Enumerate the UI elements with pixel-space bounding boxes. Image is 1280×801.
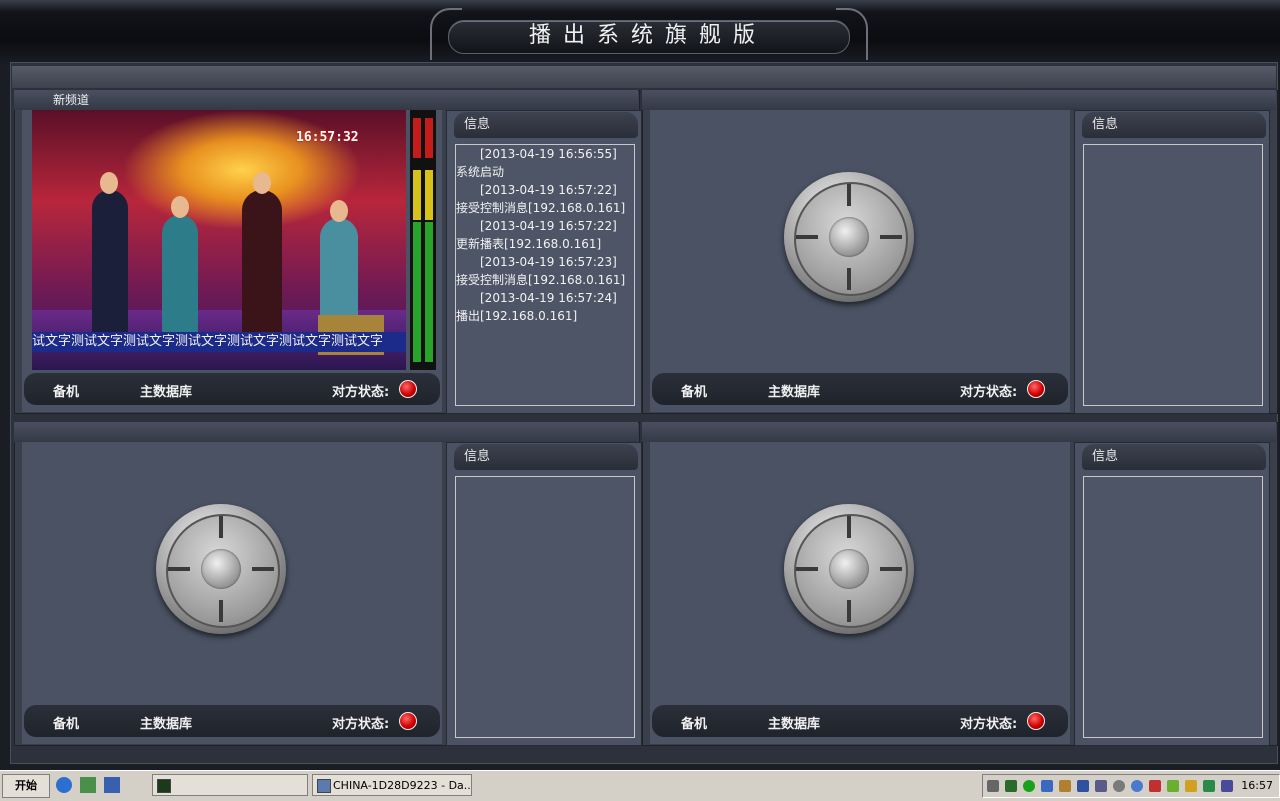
role-label: 备机 <box>53 717 80 732</box>
start-button[interactable]: 开始 <box>2 774 50 798</box>
info-header: 信息 <box>1082 444 1266 470</box>
role-label: 备机 <box>681 385 708 400</box>
info-header: 信息 <box>454 444 638 470</box>
peer-status-label: 对方状态: <box>332 717 390 732</box>
start-label: 开始 <box>15 779 37 792</box>
performer-1 <box>92 190 128 340</box>
peer-status-indicator <box>399 712 417 730</box>
log-entry: 播出[192.168.0.161] <box>456 309 578 323</box>
info-log[interactable]: [2013-04-19 16:56:55] 系统启动 [2013-04-19 16:… <box>455 144 635 406</box>
channel-name: 新频道 <box>53 93 90 107</box>
channel-tab-3 <box>14 422 638 442</box>
performer-head <box>330 200 348 222</box>
performer-head <box>100 172 118 194</box>
performer-head <box>171 196 189 218</box>
security-icon[interactable] <box>1185 780 1197 792</box>
monitor-icon[interactable] <box>1005 780 1017 792</box>
log-entry: 接受控制消息[192.168.0.161] <box>456 201 626 215</box>
disc-icon[interactable] <box>1113 780 1125 792</box>
peer-status-label: 对方状态: <box>960 385 1018 400</box>
log-entry: [2013-04-19 16:57:23] <box>480 255 617 269</box>
globe-icon[interactable] <box>1131 780 1143 792</box>
role-label: 备机 <box>53 385 80 400</box>
video-timecode: 16:57:32 <box>296 130 359 145</box>
info-log[interactable] <box>455 476 635 738</box>
peer-status-label: 对方状态: <box>960 717 1018 732</box>
role-label: 备机 <box>681 717 708 732</box>
video-preview[interactable]: 试文字测试文字测试文字测试文字测试文字测试文字测试文字 16:57:32 <box>32 110 406 370</box>
peer-status-indicator <box>399 380 417 398</box>
shortcut-icon[interactable] <box>104 777 120 793</box>
channel-tab-2 <box>642 90 1276 110</box>
taskbar: 开始 CHINA-1D28D9223 - Da... 16:57 <box>0 770 1280 801</box>
log-entry: 系统启动 <box>456 165 505 179</box>
status-bar-1: 备机 主数据库 对方状态: <box>24 373 440 405</box>
app-window: 播出系统旗舰版 新频道 试文字测试文字测试文字测试文字测试文字测试文字测试文字 … <box>0 0 1280 770</box>
log-entry: [2013-04-19 16:57:24] <box>480 291 617 305</box>
performer-head <box>253 172 271 194</box>
meter-bar-green <box>425 222 433 362</box>
peer-status-indicator <box>1027 712 1045 730</box>
app-title: 播出系统旗舰版 <box>528 23 767 48</box>
status-icon[interactable] <box>1023 780 1035 792</box>
device-icon[interactable] <box>1221 780 1233 792</box>
info-header: 信息 <box>454 112 638 138</box>
log-entry: [2013-04-19 16:56:55] <box>480 147 617 161</box>
app-window-icon <box>317 779 331 793</box>
db-label: 主数据库 <box>140 385 193 400</box>
audio-level-meter <box>410 110 436 370</box>
browser-icon[interactable] <box>56 777 72 793</box>
meter-bar-red <box>413 118 421 158</box>
task-label: CHINA-1D28D9223 - Da... <box>333 779 472 792</box>
meter-bar-green <box>413 222 421 362</box>
shield-icon[interactable] <box>1203 780 1215 792</box>
status-bar-4: 备机 主数据库 对方状态: <box>652 705 1068 737</box>
connection-icon[interactable] <box>1077 780 1089 792</box>
db-label: 主数据库 <box>768 717 821 732</box>
db-label: 主数据库 <box>768 385 821 400</box>
peer-status-indicator <box>1027 380 1045 398</box>
nvidia-icon[interactable] <box>1167 780 1179 792</box>
taskbar-task[interactable]: CHINA-1D28D9223 - Da... <box>312 774 472 796</box>
info-log[interactable] <box>1083 476 1263 738</box>
db-label: 主数据库 <box>140 717 193 732</box>
keyboard-icon[interactable] <box>987 780 999 792</box>
taskbar-task[interactable] <box>152 774 308 796</box>
system-tray: 16:57 <box>982 774 1280 798</box>
idle-knob-icon <box>784 172 914 302</box>
meter-bar-yellow <box>425 170 433 220</box>
performer-2 <box>162 215 198 340</box>
channel-tab-1 <box>14 90 638 110</box>
performer-3 <box>242 190 282 340</box>
network-icon[interactable] <box>1041 780 1053 792</box>
idle-knob-icon <box>784 504 914 634</box>
log-entry: 接受控制消息[192.168.0.161] <box>456 273 626 287</box>
channel-tab-4 <box>642 422 1276 442</box>
status-bar-2: 备机 主数据库 对方状态: <box>652 373 1068 405</box>
meter-bar-yellow <box>413 170 421 220</box>
wireless-icon[interactable] <box>1095 780 1107 792</box>
ticker-text: 试文字测试文字测试文字测试文字测试文字测试文字测试文字 <box>32 332 406 352</box>
meter-bar-red <box>425 118 433 158</box>
network-icon[interactable] <box>80 777 96 793</box>
status-bar-3: 备机 主数据库 对方状态: <box>24 705 440 737</box>
info-log[interactable] <box>1083 144 1263 406</box>
info-header: 信息 <box>1082 112 1266 138</box>
peer-status-label: 对方状态: <box>332 385 390 400</box>
clock: 16:57 <box>1241 779 1273 792</box>
console-icon <box>157 779 171 793</box>
log-entry: [2013-04-19 16:57:22] <box>480 183 617 197</box>
volume-icon[interactable] <box>1149 780 1161 792</box>
idle-knob-icon <box>156 504 286 634</box>
log-entry: 更新播表[192.168.0.161] <box>456 237 602 251</box>
menu-strip <box>12 66 1276 88</box>
log-entry: [2013-04-19 16:57:22] <box>480 219 617 233</box>
user-icon[interactable] <box>1059 780 1071 792</box>
